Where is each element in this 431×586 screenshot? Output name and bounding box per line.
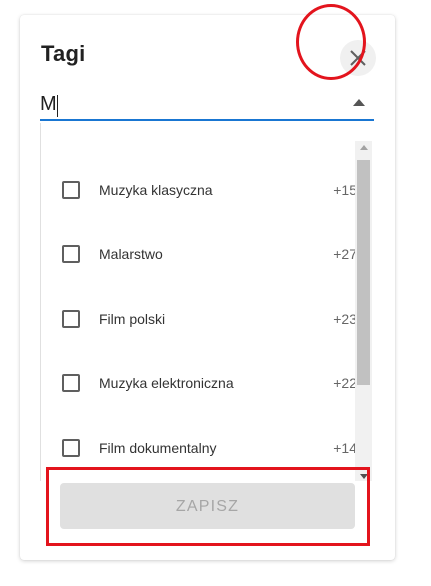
tag-options-list: Muzyka klasyczna +15 Malarstwo +27 Film … [40, 123, 375, 481]
list-item[interactable]: Film polski +23 [41, 299, 357, 339]
page: Tagi Muzyka klasyczna +15 Malarstwo +27 [0, 0, 431, 586]
checkbox[interactable] [62, 181, 80, 199]
tag-count: +14 [333, 440, 357, 456]
close-icon [349, 49, 367, 67]
tag-count: +23 [333, 311, 357, 327]
list-item[interactable]: Malarstwo +27 [41, 234, 357, 274]
close-button[interactable] [340, 40, 376, 76]
scroll-down-arrow-icon[interactable] [360, 474, 368, 479]
checkbox[interactable] [62, 374, 80, 392]
tag-count: +27 [333, 246, 357, 262]
list-item[interactable]: Muzyka elektroniczna +22 [41, 363, 357, 403]
list-item[interactable]: Film dokumentalny +14 [41, 428, 357, 468]
save-button[interactable]: ZAPISZ [60, 483, 355, 529]
checkbox[interactable] [62, 245, 80, 263]
tag-label: Malarstwo [99, 246, 163, 262]
tags-dialog: Tagi Muzyka klasyczna +15 Malarstwo +27 [20, 15, 395, 560]
list-item[interactable]: Muzyka klasyczna +15 [41, 170, 357, 210]
collapse-arrow-icon[interactable] [353, 99, 365, 106]
tag-label: Film dokumentalny [99, 440, 217, 456]
dialog-title: Tagi [41, 41, 86, 66]
scroll-up-arrow-icon[interactable] [360, 145, 368, 150]
text-cursor [57, 95, 58, 117]
tag-label: Muzyka klasyczna [99, 182, 213, 198]
checkbox[interactable] [62, 439, 80, 457]
tag-count: +15 [333, 182, 357, 198]
tag-label: Film polski [99, 311, 166, 327]
tag-search-input[interactable] [40, 89, 374, 121]
scrollbar-thumb[interactable] [357, 160, 370, 385]
checkbox[interactable] [62, 310, 80, 328]
tag-count: +22 [333, 375, 357, 391]
tag-label: Muzyka elektroniczna [99, 375, 234, 391]
